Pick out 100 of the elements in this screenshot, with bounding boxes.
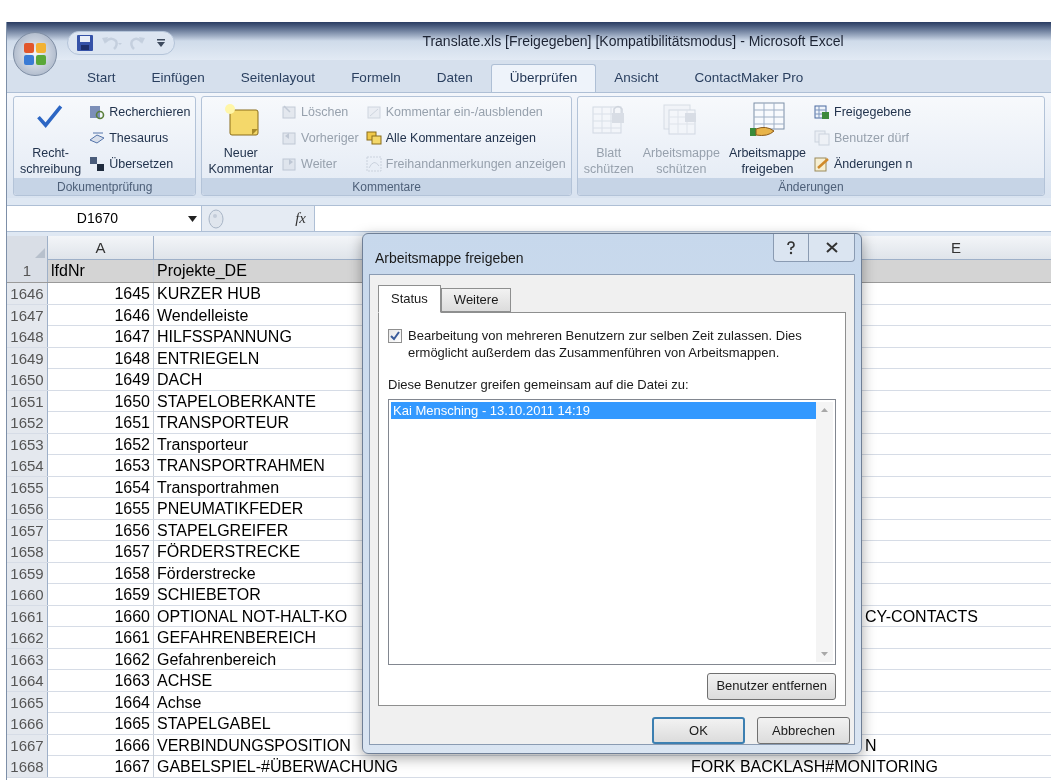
dropdown-caret-icon[interactable] — [188, 215, 197, 222]
table-cell: 1655 — [48, 498, 154, 519]
table-cell-text: N — [865, 735, 877, 756]
save-icon[interactable] — [76, 34, 94, 52]
table-cell-text: ACHSE — [157, 671, 213, 691]
table-cell: 1649 — [48, 369, 154, 390]
ribbon-tab[interactable]: ContactMaker Pro — [676, 64, 822, 92]
ribbon-button[interactable]: Alle Kommentare anzeigen — [363, 125, 568, 151]
scroll-down-icon[interactable] — [821, 651, 828, 656]
dialog-tab[interactable]: Status — [378, 285, 441, 313]
notes-icon — [365, 130, 382, 146]
ribbon-button[interactable]: Arbeitsmappe freigeben — [725, 97, 810, 177]
ribbon-tab[interactable]: Überprüfen — [490, 64, 597, 92]
column-header[interactable]: E — [861, 236, 1051, 260]
table-cell: 1665 — [48, 713, 154, 734]
table-cell: 1650 — [48, 390, 154, 412]
table-cell: 1646 — [48, 304, 154, 326]
book-search-icon — [89, 104, 106, 120]
insert-function-button[interactable]: fx — [295, 207, 306, 230]
row-header[interactable]: 1660 — [7, 584, 48, 605]
ribbon-tab[interactable]: Formeln — [333, 64, 419, 92]
table-cell-text: Wendelleiste — [157, 305, 249, 326]
row-header[interactable]: 1662 — [7, 627, 48, 648]
scrollbar[interactable] — [816, 401, 833, 662]
dialog-tab[interactable]: Weitere — [440, 288, 512, 312]
row-header[interactable]: 1667 — [7, 734, 48, 756]
row-header[interactable]: 1665 — [7, 691, 48, 713]
dialog-button[interactable]: Abbrechen — [757, 717, 850, 744]
close-button[interactable] — [809, 234, 855, 262]
row-header[interactable]: 1654 — [7, 455, 48, 476]
remove-user-button[interactable]: Benutzer entfernen — [707, 672, 836, 700]
table-cell-text: STAPELOBERKANTE — [157, 391, 316, 412]
row-header[interactable]: 1647 — [7, 304, 48, 326]
table-cell: 1656 — [48, 519, 154, 541]
row-header[interactable]: 1650 — [7, 369, 48, 390]
table-cell: 1662 — [48, 648, 154, 670]
row-header[interactable]: 1666 — [7, 713, 48, 734]
table-cell-text: FÖRDERSTRECKE — [157, 542, 301, 562]
row-header[interactable]: 1658 — [7, 541, 48, 562]
sheet-hand-icon — [748, 101, 787, 139]
ribbon-button[interactable]: Neuer Kommentar — [205, 97, 277, 177]
office-logo-icon — [23, 42, 47, 66]
table-cell-text: Transportrahmen — [157, 477, 280, 498]
group-label: Dokumentprüfung — [14, 178, 196, 195]
row-header[interactable]: 1651 — [7, 390, 48, 412]
row-header[interactable]: 1649 — [7, 347, 48, 369]
name-box[interactable]: D1670 — [7, 208, 188, 229]
ribbon-tab[interactable]: Daten — [418, 64, 491, 92]
ribbon-tab[interactable]: Seitenlayout — [222, 64, 334, 92]
ribbon-tab[interactable]: Einfügen — [133, 64, 223, 92]
table-cell-text: VERBINDUNGSPOSITION — [157, 735, 351, 756]
table-cell: 1654 — [48, 476, 154, 498]
table-cell: 1651 — [48, 412, 154, 433]
row-header[interactable]: 1648 — [7, 326, 48, 347]
row-header[interactable]: 1656 — [7, 498, 48, 519]
row-header[interactable]: 1652 — [7, 412, 48, 433]
row-header[interactable]: 1646 — [7, 283, 48, 304]
ribbon-button[interactable]: Änderungen n — [812, 151, 915, 177]
help-button[interactable] — [773, 234, 809, 262]
note-next-icon — [281, 156, 298, 172]
table-cell: lfdNr — [48, 260, 154, 282]
ribbon-button[interactable]: Thesaurus — [87, 125, 193, 151]
table-cell-text: STAPELGREIFER — [157, 520, 289, 541]
group-label: Kommentare — [202, 178, 571, 195]
ribbon-tab[interactable]: Ansicht — [596, 64, 677, 92]
row-header[interactable]: 1653 — [7, 433, 48, 455]
row-header[interactable]: 1 — [7, 260, 48, 282]
list-label: Diese Benutzer greifen gemeinsam auf die Datei zu: — [388, 376, 690, 394]
table-cell-text: Projekte_DE — [157, 261, 247, 281]
row-header[interactable]: 1664 — [7, 670, 48, 691]
dropdown-caret-icon[interactable] — [156, 38, 166, 48]
row-header[interactable]: 1655 — [7, 476, 48, 498]
table-cell-text: CY-CONTACTS — [865, 606, 978, 627]
ribbon-button[interactable]: Freigegebene — [812, 99, 915, 125]
row-header[interactable]: 1661 — [7, 605, 48, 627]
row-header[interactable]: 1657 — [7, 519, 48, 541]
ribbon-button[interactable]: Übersetzen — [87, 151, 193, 177]
window-title: Translate.xls [Freigegeben] [Kompatibilitätsmodus] - Microsoft Excel — [421, 31, 845, 51]
table-cell: 1647 — [48, 326, 154, 347]
ribbon-button[interactable]: Recherchieren — [87, 99, 193, 125]
table-cell: 1664 — [48, 691, 154, 713]
row-header[interactable]: 1668 — [7, 756, 48, 777]
note-delete-icon — [281, 104, 298, 120]
row-header[interactable]: 1659 — [7, 562, 48, 584]
table-cell: 1658 — [48, 562, 154, 584]
dialog-button[interactable]: OK — [652, 717, 745, 744]
table-cell-text: KURZER HUB — [157, 284, 261, 304]
table-cell: 1652 — [48, 433, 154, 455]
row-header[interactable]: 1663 — [7, 648, 48, 670]
table-cell: 1661 — [48, 627, 154, 648]
knob-icon[interactable] — [208, 208, 224, 229]
ribbon-tab[interactable]: Start — [69, 64, 134, 92]
ink-icon — [365, 156, 382, 172]
select-all-corner[interactable] — [7, 236, 48, 260]
checkbox[interactable] — [388, 329, 402, 343]
table-cell: 1666 — [48, 734, 154, 756]
scroll-up-icon[interactable] — [821, 407, 828, 412]
ribbon-button[interactable]: Recht- schreibung — [17, 97, 85, 177]
table-cell-text: PNEUMATIKFEDER — [157, 499, 304, 519]
table-cell-text: DACH — [157, 370, 203, 390]
